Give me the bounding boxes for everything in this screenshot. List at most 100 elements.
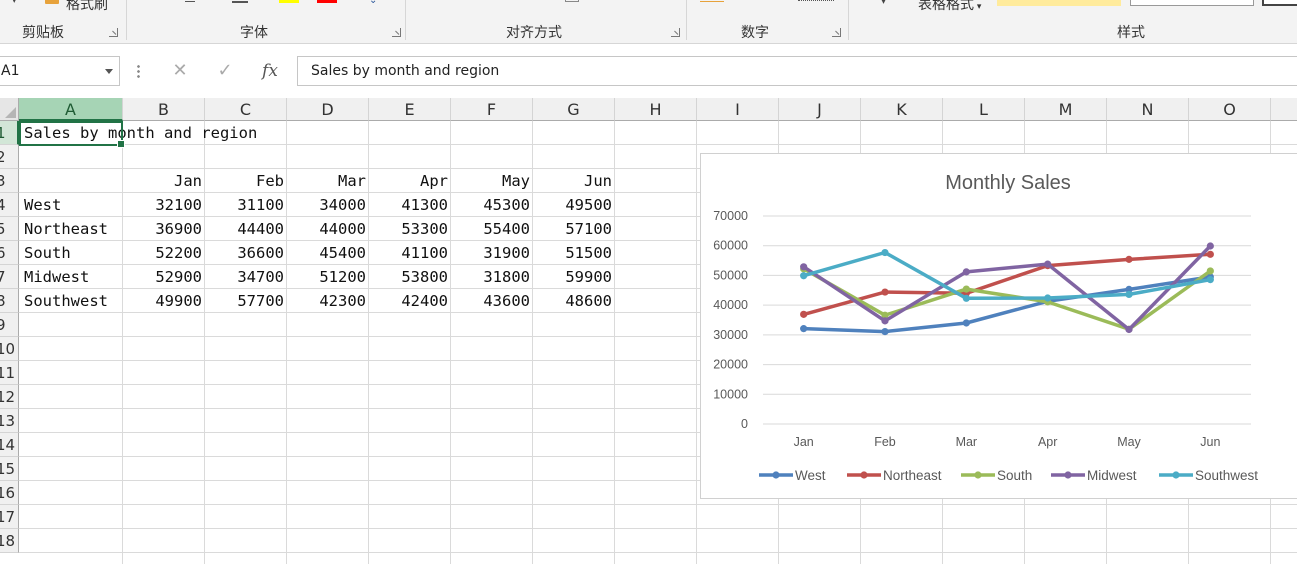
row-header-11[interactable]: 11 — [0, 361, 19, 385]
cell-b6[interactable]: 52200 — [123, 241, 205, 265]
cell-d3[interactable]: Mar — [287, 169, 369, 193]
data-point-southwest[interactable] — [1125, 290, 1133, 299]
font-size-icon[interactable] — [232, 0, 248, 3]
data-point-west[interactable] — [881, 327, 889, 336]
row-header-17[interactable]: 17 — [0, 505, 19, 529]
column-header-i[interactable]: I — [697, 98, 779, 121]
cell-g7[interactable]: 59900 — [533, 265, 615, 289]
row-header-3[interactable]: 3 — [0, 169, 19, 193]
cell-g3[interactable]: Jun — [533, 169, 615, 193]
cell-style-swatch[interactable] — [1262, 0, 1297, 6]
alignment-launcher-icon[interactable] — [671, 28, 680, 37]
column-header-e[interactable]: E — [369, 98, 451, 121]
row-header-18[interactable]: 18 — [0, 529, 19, 553]
cell-c7[interactable]: 34700 — [205, 265, 287, 289]
font-color-icon[interactable] — [317, 0, 337, 3]
data-point-west[interactable] — [962, 319, 970, 327]
data-point-west[interactable] — [800, 325, 808, 333]
data-point-northeast[interactable] — [1125, 255, 1133, 263]
indent-icon[interactable] — [565, 0, 579, 2]
data-point-midwest[interactable] — [1125, 325, 1133, 334]
column-header-o[interactable]: O — [1189, 98, 1271, 121]
legend-label-southwest[interactable]: Southwest — [1195, 468, 1258, 483]
dropdown-arrow-icon[interactable]: ▾ — [12, 0, 17, 6]
cell-e7[interactable]: 53800 — [369, 265, 451, 289]
row-header-9[interactable]: 9 — [0, 313, 19, 337]
cell-style-swatch[interactable] — [1130, 0, 1254, 6]
format-painter-button[interactable]: 格式刷 — [66, 0, 108, 14]
data-point-southwest[interactable] — [1044, 294, 1052, 302]
column-header-f[interactable]: F — [451, 98, 533, 121]
row-header-15[interactable]: 15 — [0, 457, 19, 481]
data-point-southwest[interactable] — [800, 272, 808, 280]
cell-c3[interactable]: Feb — [205, 169, 287, 193]
dropdown-arrow-icon[interactable]: ▾ — [881, 0, 886, 7]
column-header-m[interactable]: M — [1025, 98, 1107, 121]
column-header-j[interactable]: J — [779, 98, 861, 121]
cell-c5[interactable]: 44400 — [205, 217, 287, 241]
cell-d6[interactable]: 45400 — [287, 241, 369, 265]
cell-f7[interactable]: 31800 — [451, 265, 533, 289]
column-header-b[interactable]: B — [123, 98, 205, 121]
data-point-southwest[interactable] — [962, 294, 970, 302]
highlight-color-icon[interactable] — [279, 0, 299, 3]
cell-f4[interactable]: 45300 — [451, 193, 533, 217]
cell-c4[interactable]: 31100 — [205, 193, 287, 217]
format-as-table-button[interactable]: 表格格式 ▾ — [918, 0, 981, 14]
cell-f5[interactable]: 55400 — [451, 217, 533, 241]
cell-d8[interactable]: 42300 — [287, 289, 369, 313]
row-header-4[interactable]: 4 — [0, 193, 19, 217]
font-button-icon[interactable] — [185, 0, 195, 2]
data-point-south[interactable] — [962, 285, 970, 293]
data-point-northeast[interactable] — [1206, 250, 1214, 258]
cell-g6[interactable]: 51500 — [533, 241, 615, 265]
row-header-7[interactable]: 7 — [0, 265, 19, 289]
insert-function-icon[interactable]: fx — [255, 58, 285, 84]
row-header-14[interactable]: 14 — [0, 433, 19, 457]
cell-b7[interactable]: 52900 — [123, 265, 205, 289]
accounting-format-icon[interactable] — [700, 0, 724, 2]
formula-input[interactable]: Sales by month and region — [297, 56, 1297, 86]
cell-g8[interactable]: 48600 — [533, 289, 615, 313]
column-header-k[interactable]: K — [861, 98, 943, 121]
number-launcher-icon[interactable] — [832, 28, 841, 37]
row-header-5[interactable]: 5 — [0, 217, 19, 241]
cell-d7[interactable]: 51200 — [287, 265, 369, 289]
data-point-midwest[interactable] — [1206, 242, 1214, 250]
legend-label-midwest[interactable]: Midwest — [1087, 468, 1137, 483]
column-header-c[interactable]: C — [205, 98, 287, 121]
column-header-n[interactable]: N — [1107, 98, 1189, 121]
legend-label-south[interactable]: South — [997, 468, 1032, 483]
cell-d5[interactable]: 44000 — [287, 217, 369, 241]
row-header-10[interactable]: 10 — [0, 337, 19, 361]
cell-c6[interactable]: 36600 — [205, 241, 287, 265]
column-header-a[interactable]: A — [19, 98, 123, 121]
row-header-8[interactable]: 8 — [0, 289, 19, 313]
column-header-d[interactable]: D — [287, 98, 369, 121]
cell-e8[interactable]: 42400 — [369, 289, 451, 313]
cell-f3[interactable]: May — [451, 169, 533, 193]
phonetic-icon[interactable]: ⌄ — [369, 0, 377, 6]
data-point-northeast[interactable] — [881, 288, 889, 296]
column-header-partial[interactable] — [1271, 98, 1297, 121]
line-chart[interactable]: Monthly Sales 0 10000 20000 30000 40000 50000… — [700, 153, 1297, 499]
data-point-south[interactable] — [1206, 267, 1214, 275]
clipboard-launcher-icon[interactable] — [109, 28, 118, 37]
column-header-h[interactable]: H — [615, 98, 697, 121]
cell-b4[interactable]: 32100 — [123, 193, 205, 217]
cell-e4[interactable]: 41300 — [369, 193, 451, 217]
data-point-southwest[interactable] — [881, 248, 889, 257]
column-header-l[interactable]: L — [943, 98, 1025, 121]
data-point-northeast[interactable] — [800, 310, 808, 318]
data-point-midwest[interactable] — [962, 268, 970, 276]
enter-icon[interactable]: ✓ — [210, 58, 240, 84]
data-point-southwest[interactable] — [1206, 275, 1214, 284]
font-launcher-icon[interactable] — [392, 28, 401, 37]
format-painter-icon[interactable] — [45, 0, 59, 4]
cell-d4[interactable]: 34000 — [287, 193, 369, 217]
drag-handle-icon[interactable] — [137, 64, 140, 78]
legend-label-northeast[interactable]: Northeast — [883, 468, 942, 483]
decimal-icon[interactable] — [798, 0, 834, 1]
data-point-midwest[interactable] — [800, 263, 808, 271]
row-header-12[interactable]: 12 — [0, 385, 19, 409]
